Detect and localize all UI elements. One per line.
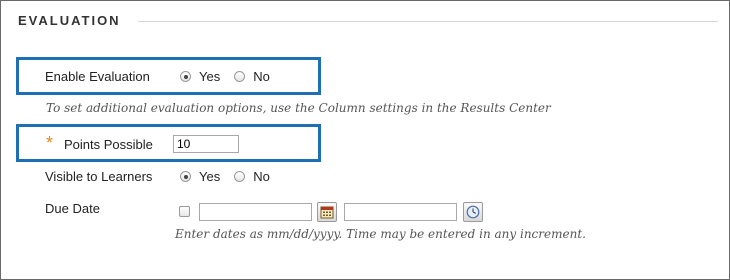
- due-date-checkbox[interactable]: [179, 206, 190, 217]
- points-possible-highlight: [16, 124, 321, 162]
- evaluation-hint: To set additional evaluation options, us…: [46, 101, 551, 115]
- enable-evaluation-radio-group: Yes No: [180, 69, 284, 84]
- visible-yes-label[interactable]: Yes: [199, 169, 220, 184]
- visible-no-radio[interactable]: [234, 171, 246, 182]
- visible-to-learners-label: Visible to Learners: [45, 169, 153, 184]
- due-time-input[interactable]: [344, 203, 457, 221]
- points-possible-input[interactable]: [173, 135, 239, 153]
- due-date-input[interactable]: [199, 203, 312, 221]
- enable-evaluation-label: Enable Evaluation: [45, 69, 150, 84]
- enable-evaluation-yes-radio[interactable]: [180, 71, 191, 82]
- visible-to-learners-radio-group: Yes No: [180, 169, 284, 184]
- required-icon: *: [46, 133, 54, 153]
- section-divider: [138, 21, 718, 22]
- due-date-hint: Enter dates as mm/dd/yyyy. Time may be e…: [175, 227, 586, 241]
- enable-evaluation-yes-label[interactable]: Yes: [199, 69, 220, 84]
- enable-evaluation-no-radio[interactable]: [234, 71, 246, 82]
- section-title: EVALUATION: [18, 13, 121, 28]
- visible-yes-radio[interactable]: [180, 171, 191, 182]
- calendar-icon: [320, 206, 334, 219]
- points-possible-label: Points Possible: [64, 137, 153, 152]
- visible-no-label[interactable]: No: [253, 169, 270, 184]
- evaluation-panel: EVALUATION Enable Evaluation Yes No To s…: [0, 0, 730, 280]
- clock-icon: [466, 205, 480, 219]
- time-picker-button[interactable]: [463, 202, 483, 222]
- enable-evaluation-no-label[interactable]: No: [253, 69, 270, 84]
- due-date-label: Due Date: [45, 201, 100, 216]
- calendar-button[interactable]: [317, 202, 337, 222]
